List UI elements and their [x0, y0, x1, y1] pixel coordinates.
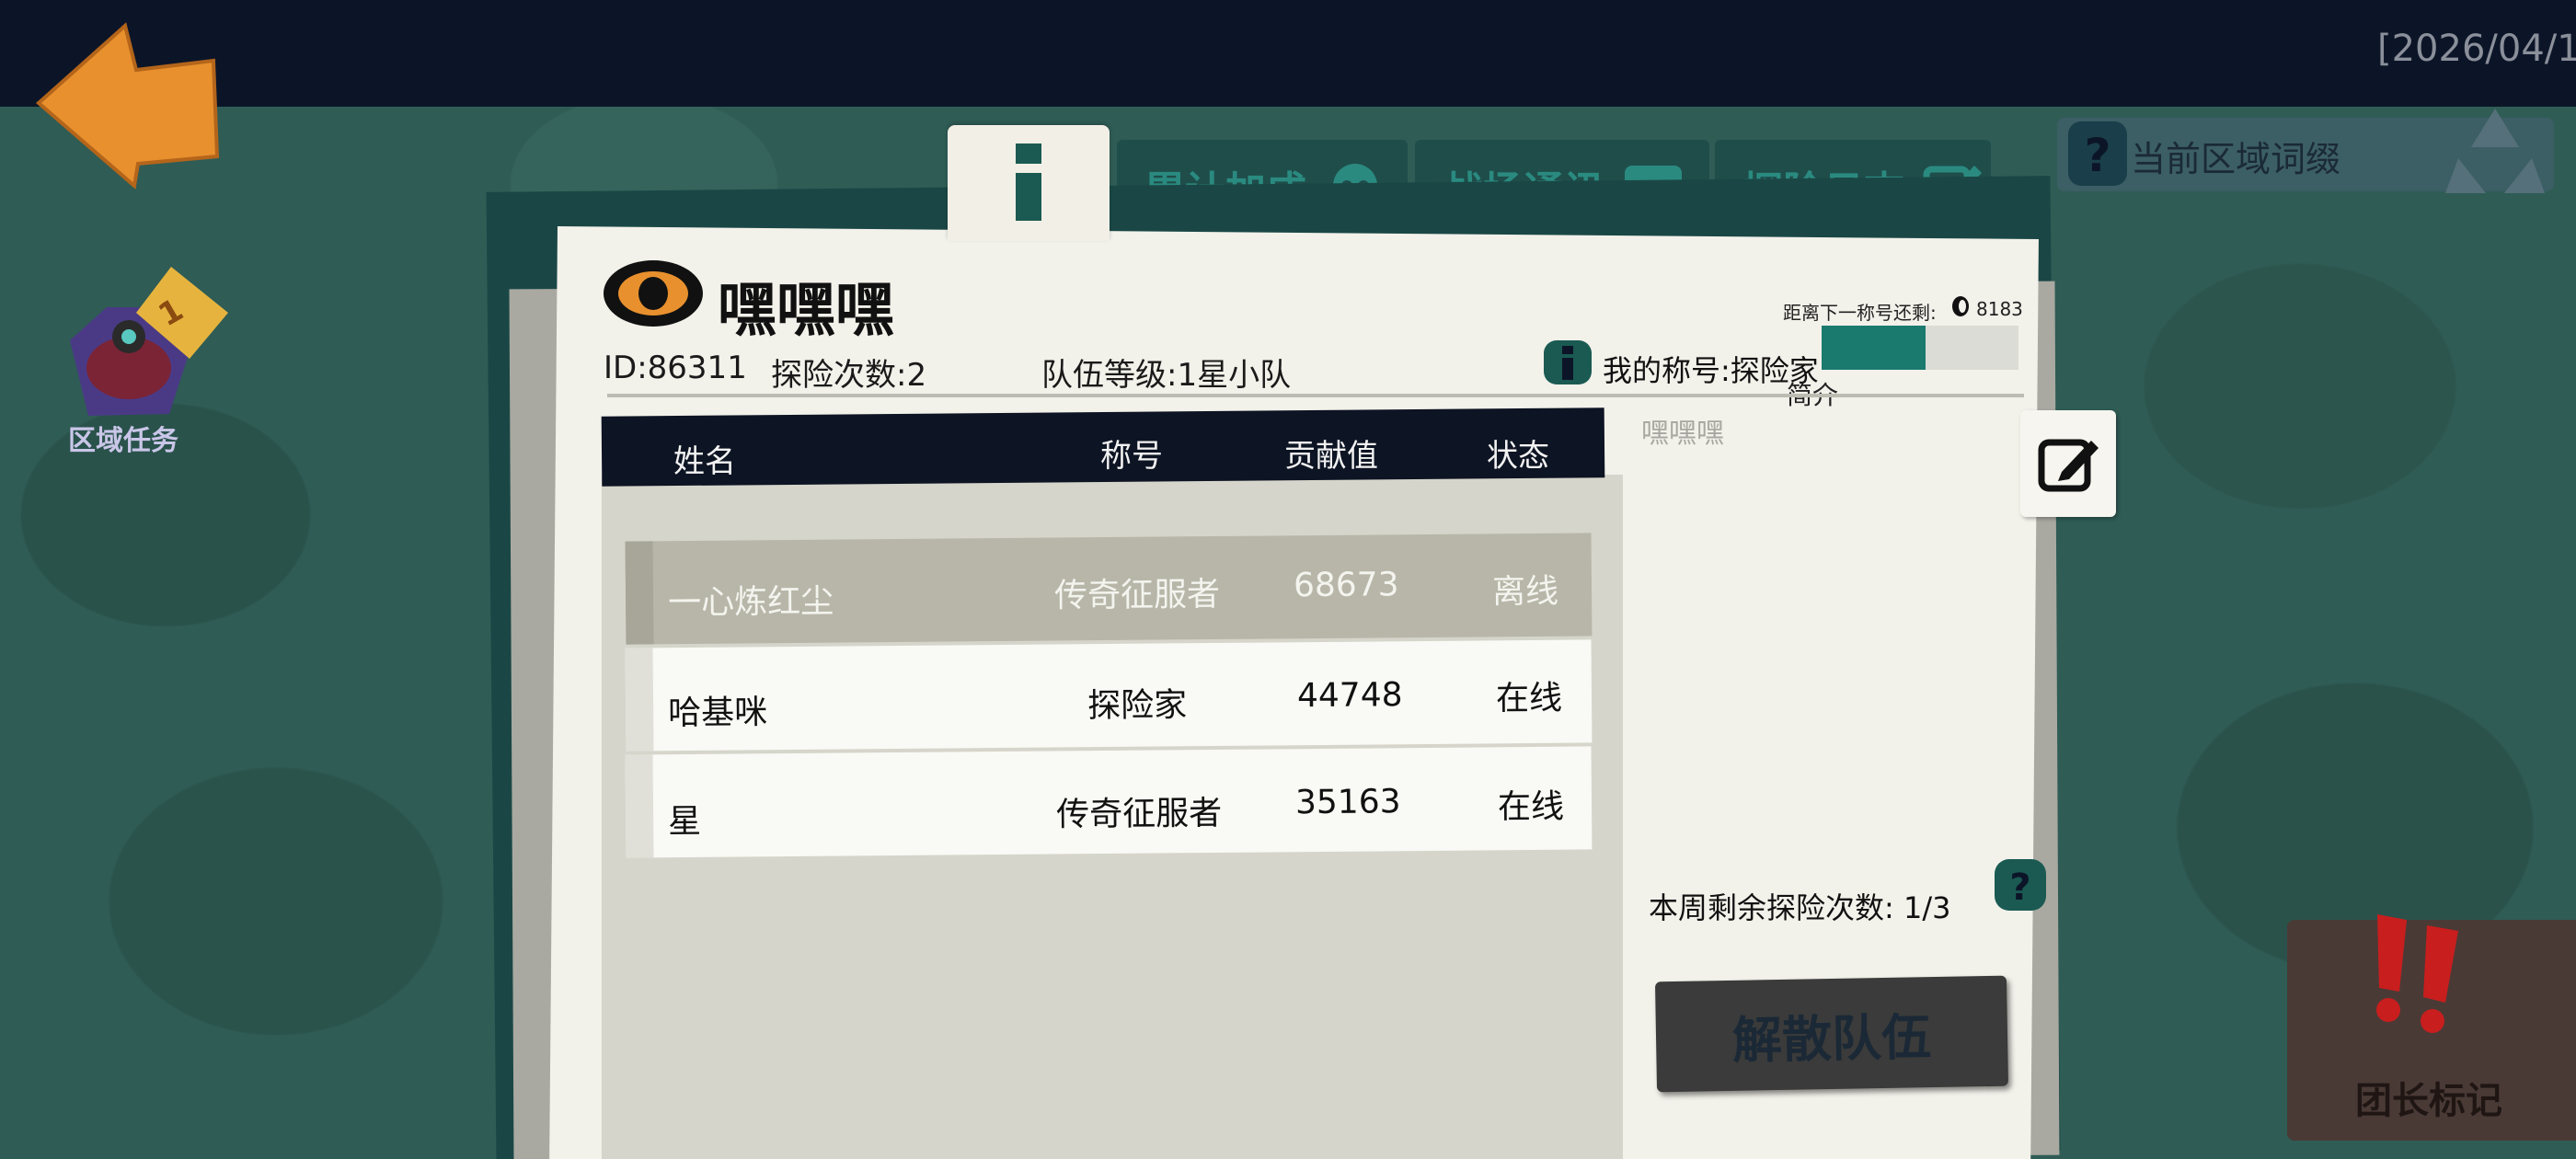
member-name: 星 [667, 802, 702, 842]
coin-icon [1950, 294, 1971, 318]
title-progress-fill [1822, 326, 1926, 370]
member-contribution: 44748 [1296, 676, 1403, 716]
edit-icon [2038, 439, 2099, 492]
team-id: ID:86311 [604, 350, 747, 386]
team-name: 嘿嘿嘿 [718, 277, 894, 345]
top-bar [0, 0, 2576, 107]
exclamation-icon [2376, 914, 2458, 1033]
timestamp: [2026/04/1 [2377, 28, 2576, 70]
question-icon: ? [1995, 859, 2046, 911]
rank-badge-icon [1542, 339, 1593, 386]
weekly-remaining: 本周剩余探险次数: 1/3 [1649, 890, 1951, 925]
back-arrow-icon [35, 22, 220, 189]
tab-info[interactable] [948, 125, 1110, 241]
svg-text:?: ? [2084, 129, 2110, 182]
disband-team-button[interactable]: 解散队伍 [1654, 975, 2009, 1093]
member-status: 离线 [1491, 572, 1559, 612]
row-accent [625, 648, 654, 752]
intro-text: 嘿嘿嘿 [1641, 418, 1724, 450]
member-status: 在线 [1495, 679, 1563, 718]
member-name: 一心炼红尘 [667, 582, 834, 623]
expedition-count: 探险次数:2 [771, 357, 927, 394]
title-progress-bar [1822, 326, 2018, 370]
header-status: 状态 [1487, 438, 1549, 475]
recycle-icon[interactable] [2440, 101, 2550, 202]
monster-icon [70, 267, 228, 416]
svg-text:?: ? [2009, 866, 2030, 909]
member-name: 哈基咪 [667, 694, 768, 733]
header-title: 称号 [1100, 438, 1163, 475]
member-title: 传奇征服者 [1053, 575, 1221, 615]
info-icon [1016, 143, 1041, 221]
member-status: 在线 [1497, 787, 1565, 827]
region-task-label: 区域任务 [68, 425, 178, 457]
header-name: 姓名 [673, 443, 736, 480]
row-accent [625, 754, 654, 858]
row-accent [625, 541, 654, 645]
edit-intro-button[interactable] [2020, 410, 2116, 517]
table-row[interactable]: 星 传奇征服者 35163 在线 [625, 746, 1593, 858]
table-row[interactable]: 一心炼红尘 传奇征服者 68673 离线 [625, 533, 1593, 645]
region-affix-label: 当前区域词缀 [2131, 139, 2341, 179]
member-title: 探险家 [1087, 686, 1188, 726]
eye-icon [600, 252, 707, 335]
divider [607, 394, 2024, 397]
next-title-label: 距离下一称号还剩: [1783, 302, 1937, 324]
weekly-help-button[interactable]: ? [1993, 857, 2048, 912]
table-row[interactable]: 哈基咪 探险家 44748 在线 [625, 639, 1593, 752]
team-level: 队伍等级:1星小队 [1041, 357, 1292, 394]
member-title: 传奇征服者 [1055, 794, 1223, 834]
question-icon: ? [2068, 121, 2127, 186]
member-contribution: 68673 [1293, 566, 1399, 605]
member-contribution: 35163 [1294, 783, 1401, 822]
leader-mark-label: 团长标记 [2355, 1080, 2502, 1122]
back-button[interactable] [33, 18, 226, 193]
next-title-value: 8183 [1976, 298, 2023, 320]
header-contribution: 贡献值 [1284, 438, 1378, 475]
